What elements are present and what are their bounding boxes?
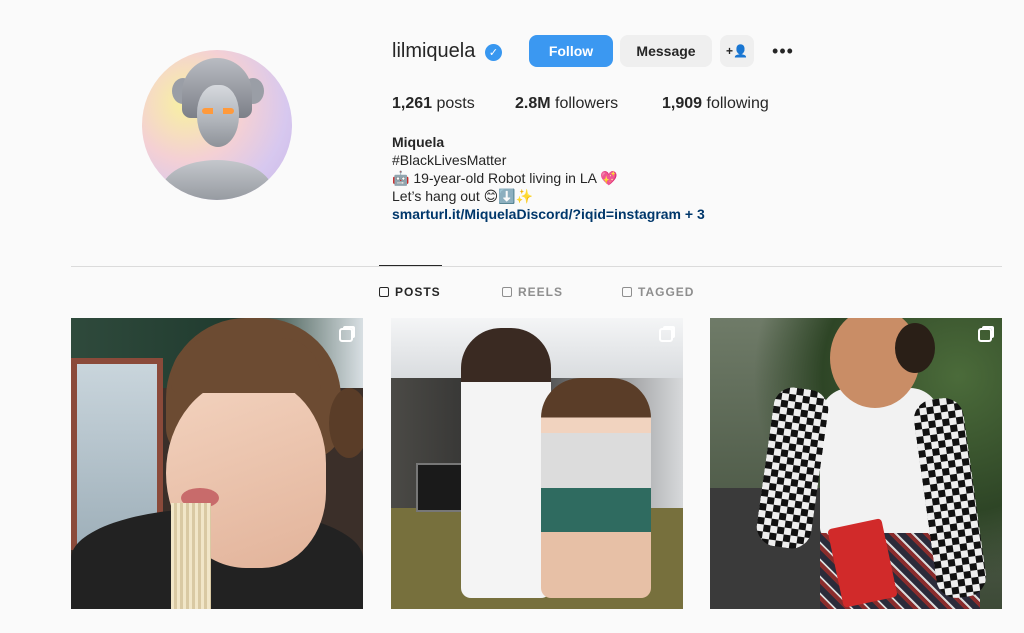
bio-name: Miquela: [392, 134, 445, 150]
post-thumbnail[interactable]: [71, 318, 363, 609]
tab-posts[interactable]: POSTS: [379, 285, 441, 299]
post-hair-bun: [895, 323, 935, 373]
post-thumbnail[interactable]: [710, 318, 1002, 609]
post-person-left: [461, 328, 551, 598]
tab-posts-label: POSTS: [395, 285, 441, 299]
avatar-face: [197, 85, 239, 147]
stat-followers[interactable]: 2.8M followers: [515, 95, 618, 113]
reels-icon: [502, 287, 512, 297]
bio-line-hashtag: #BlackLivesMatter: [392, 152, 507, 168]
follow-button[interactable]: Follow: [529, 35, 613, 67]
carousel-icon: [659, 328, 673, 342]
more-options-icon[interactable]: •••: [770, 40, 796, 62]
followers-count: 2.8M: [515, 95, 551, 112]
tabs-divider: [71, 266, 1002, 267]
grid-icon: [379, 287, 389, 297]
tab-reels[interactable]: REELS: [502, 285, 563, 299]
bio-line-hangout: Let’s hang out 😊⬇️✨: [392, 188, 534, 204]
post-noodles: [171, 503, 211, 609]
avatar-eyes: [202, 108, 234, 114]
profile-avatar[interactable]: [142, 50, 292, 200]
following-label: following: [706, 95, 769, 112]
post-person-right: [541, 378, 651, 598]
profile-bio: Miquela #BlackLivesMatter 🤖 19-year-old …: [392, 133, 705, 223]
bio-link[interactable]: smarturl.it/MiquelaDiscord/?iqid=instagr…: [392, 205, 705, 223]
tab-tagged[interactable]: TAGGED: [622, 285, 694, 299]
post-thumbnail[interactable]: [391, 318, 683, 609]
tab-tagged-label: TAGGED: [638, 285, 695, 299]
stat-posts: 1,261 posts: [392, 95, 475, 113]
profile-username: lilmiquela: [392, 40, 476, 62]
avatar-shoulders: [162, 160, 272, 200]
post-hair-bun: [329, 388, 363, 458]
posts-count: 1,261: [392, 95, 433, 112]
message-button[interactable]: Message: [620, 35, 712, 67]
followers-label: followers: [555, 95, 619, 112]
post-fringe: [171, 338, 321, 393]
tagged-icon: [622, 287, 632, 297]
stat-following[interactable]: 1,909 following: [662, 95, 769, 113]
active-tab-indicator: [379, 265, 442, 266]
posts-label: posts: [436, 95, 475, 112]
carousel-icon: [339, 328, 353, 342]
tab-reels-label: REELS: [518, 285, 564, 299]
suggest-user-icon[interactable]: +👤: [720, 35, 754, 67]
following-count: 1,909: [662, 95, 703, 112]
verified-badge-icon: ✓: [485, 44, 502, 61]
carousel-icon: [978, 328, 992, 342]
bio-line-description: 🤖 19-year-old Robot living in LA 💖: [392, 170, 618, 186]
